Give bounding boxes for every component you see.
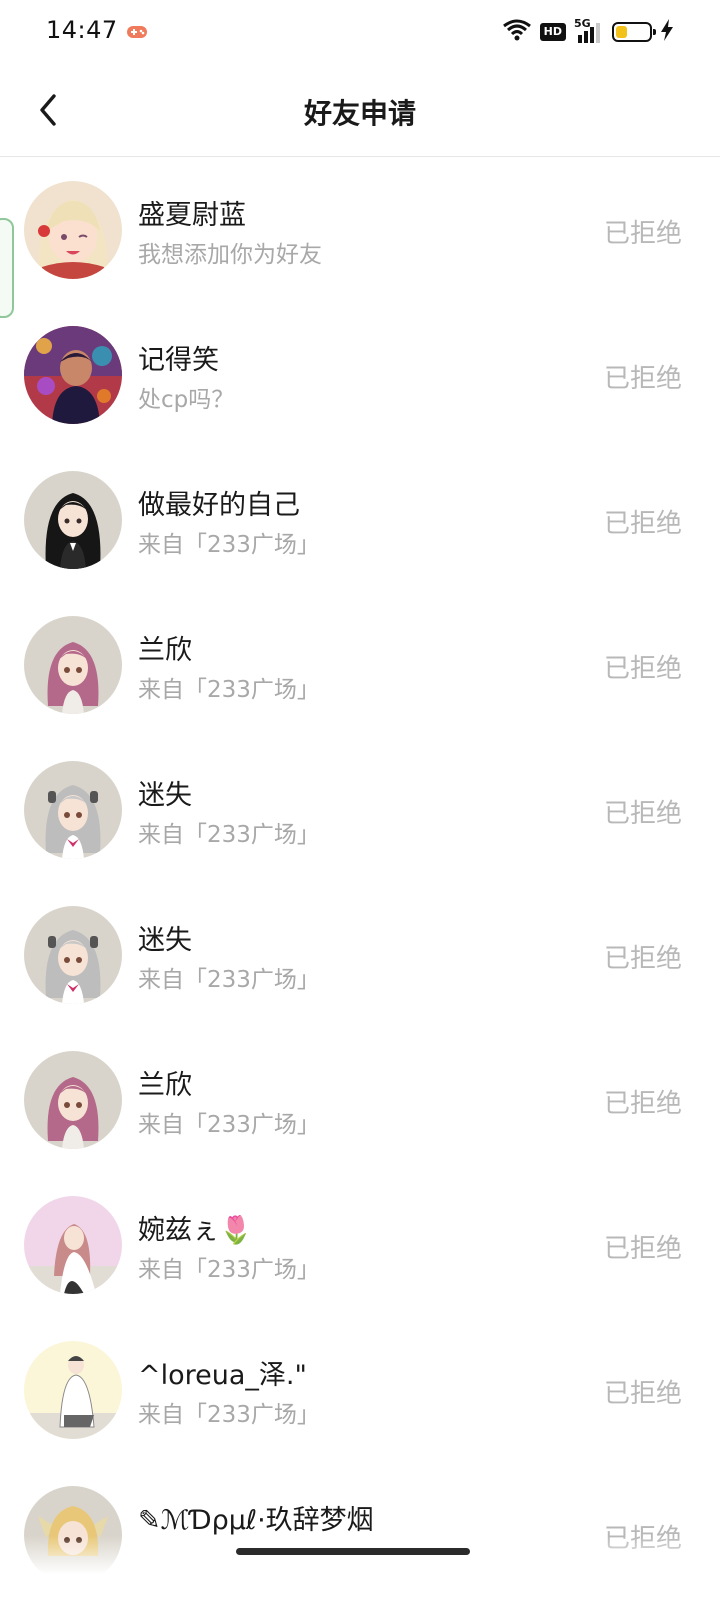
battery-icon <box>612 22 656 42</box>
rejected-status: 已拒绝 <box>603 654 682 684</box>
avatar[interactable] <box>24 906 122 1004</box>
friend-request-item[interactable]: 婉兹ぇ🌷 来自「233广场」 已拒绝 <box>0 1172 720 1317</box>
rejected-status: 已拒绝 <box>603 509 682 539</box>
charging-icon <box>660 18 674 46</box>
nickname: 婉兹ぇ🌷 <box>138 1215 253 1246</box>
signal-5g-icon: 5G <box>574 17 604 45</box>
friend-request-item[interactable]: 兰欣 来自「233广场」 已拒绝 <box>0 1027 720 1172</box>
friend-request-item[interactable]: 迷失 来自「233广场」 已拒绝 <box>0 737 720 882</box>
avatar[interactable] <box>24 181 122 279</box>
request-message: 来自「233广场」 <box>138 967 320 993</box>
request-message: 来自「233广场」 <box>138 822 320 848</box>
rejected-status: 已拒绝 <box>603 364 682 394</box>
rejected-status: 已拒绝 <box>603 944 682 974</box>
request-message: 处cp吗？ <box>138 387 235 413</box>
avatar[interactable] <box>24 471 122 569</box>
friend-request-item[interactable]: 做最好的自己 来自「233广场」 已拒绝 <box>0 447 720 592</box>
avatar[interactable] <box>24 1051 122 1149</box>
avatar[interactable] <box>24 1341 122 1439</box>
nickname: 迷失 <box>138 780 192 811</box>
status-icons: HD 5G <box>502 16 674 48</box>
hd-icon: HD <box>539 23 566 41</box>
nickname: 做最好的自己 <box>138 490 300 521</box>
rejected-status: 已拒绝 <box>603 1379 682 1409</box>
avatar[interactable] <box>24 326 122 424</box>
friend-request-item[interactable]: 迷失 来自「233广场」 已拒绝 <box>0 882 720 1027</box>
navigation-header: 好友申请 <box>0 64 720 157</box>
nickname: 记得笑 <box>138 345 219 376</box>
friend-request-list: 盛夏尉蓝 我想添加你为好友 已拒绝 记得笑 处cp吗？ 已拒绝 做最好的自己 来… <box>0 157 720 1607</box>
avatar[interactable] <box>24 1196 122 1294</box>
battery-level <box>616 26 627 38</box>
rejected-status: 已拒绝 <box>603 1234 682 1264</box>
bottom-fade <box>0 1536 720 1600</box>
game-controller-icon <box>126 22 148 42</box>
request-message: 我想添加你为好友 <box>138 242 322 268</box>
rejected-status: 已拒绝 <box>603 219 682 249</box>
request-message: 来自「233广场」 <box>138 1112 320 1138</box>
nickname: 兰欣 <box>138 1070 192 1101</box>
status-bar: 14:47 HD 5G <box>0 0 720 64</box>
request-message: 来自「233广场」 <box>138 1257 320 1283</box>
rejected-status: 已拒绝 <box>603 1089 682 1119</box>
avatar[interactable] <box>24 616 122 714</box>
friend-request-item[interactable]: 兰欣 来自「233广场」 已拒绝 <box>0 592 720 737</box>
request-message: 来自「233广场」 <box>138 1402 320 1428</box>
avatar[interactable] <box>24 761 122 859</box>
nickname: 盛夏尉蓝 <box>138 200 246 231</box>
friend-request-item[interactable]: 盛夏尉蓝 我想添加你为好友 已拒绝 <box>0 157 720 302</box>
wifi-icon <box>502 18 532 46</box>
request-message: 来自「233广场」 <box>138 532 320 558</box>
home-indicator[interactable] <box>236 1548 470 1555</box>
nickname: 兰欣 <box>138 635 192 666</box>
nickname: 迷失 <box>138 925 192 956</box>
friend-request-item[interactable]: ^loreua_泽." 来自「233广场」 已拒绝 <box>0 1317 720 1462</box>
request-message: 来自「233广场」 <box>138 677 320 703</box>
nickname: ^loreua_泽." <box>138 1360 307 1391</box>
status-time: 14:47 <box>46 16 118 44</box>
nickname: ✎ℳƊρμℓ·玖辞梦烟 <box>138 1505 374 1536</box>
rejected-status: 已拒绝 <box>603 799 682 829</box>
page-title: 好友申请 <box>303 97 416 130</box>
friend-request-item[interactable]: 记得笑 处cp吗？ 已拒绝 <box>0 302 720 447</box>
